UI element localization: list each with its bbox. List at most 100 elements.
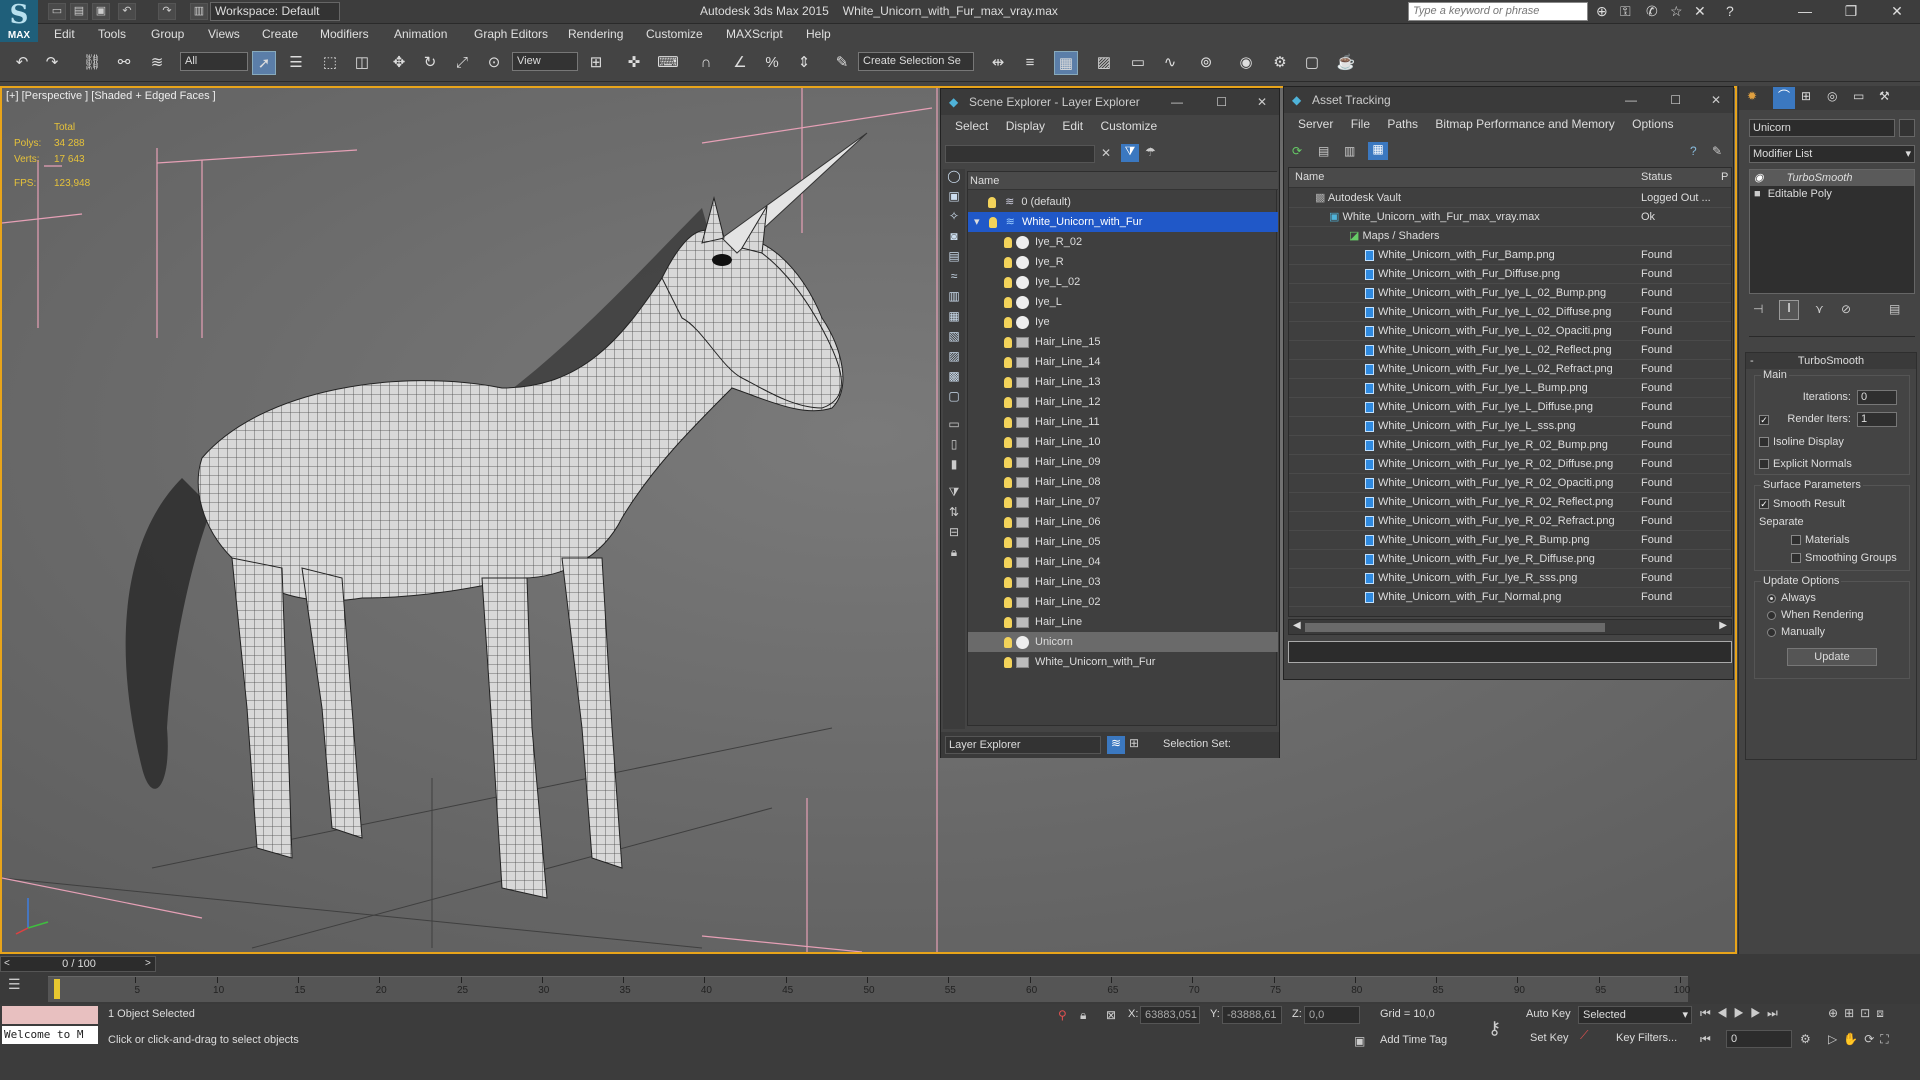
object-row[interactable]: Hair_Line_12 [968, 392, 1278, 412]
object-row[interactable]: Hair_Line_15 [968, 332, 1278, 352]
object-visibility-bulb-icon[interactable] [1004, 396, 1012, 408]
display-geometry-icon[interactable]: ◯ [943, 169, 965, 189]
se-menu-select[interactable]: Select [955, 115, 988, 137]
at-menu-file[interactable]: File [1351, 113, 1370, 135]
object-row[interactable]: Iye_R_02 [968, 232, 1278, 252]
open-file-icon[interactable]: ▤ [70, 3, 88, 20]
time-configuration-icon[interactable]: ⚙ [1800, 1032, 1811, 1046]
utilities-tab-icon[interactable]: ⚒ [1879, 89, 1890, 103]
display-none-icon[interactable]: ▯ [943, 437, 965, 457]
unlink-icon[interactable]: ⚯ [112, 51, 136, 75]
at-menu-paths[interactable]: Paths [1387, 113, 1418, 135]
select-manipulate-icon[interactable]: ✜ [622, 51, 646, 75]
make-unique-icon[interactable]: ⋎ [1815, 302, 1824, 316]
undo-icon[interactable]: ↶ [10, 51, 34, 75]
layer-visibility-bulb-icon[interactable] [988, 216, 997, 228]
object-visibility-bulb-icon[interactable] [1004, 556, 1012, 568]
y-coordinate-field[interactable]: -83888,61 [1222, 1006, 1282, 1024]
object-row[interactable]: Hair_Line_08 [968, 472, 1278, 492]
expand-arrow-icon[interactable]: ▾ [974, 216, 980, 228]
display-tab-icon[interactable]: ▭ [1853, 89, 1864, 103]
spinner-snap-icon[interactable]: ⇕ [792, 51, 816, 75]
display-lights-icon[interactable]: ✧ [943, 209, 965, 229]
schematic-view-icon[interactable]: ⊚ [1194, 51, 1218, 75]
iterations-spinner[interactable]: 0 [1857, 390, 1897, 405]
map-row[interactable]: White_Unicorn_with_Fur_Normal.png Found [1289, 588, 1731, 607]
rendered-frame-window-icon[interactable]: ▢ [1300, 51, 1324, 75]
modifier-list-dropdown[interactable]: Modifier List ▾ [1749, 145, 1915, 163]
render-iters-checkbox[interactable]: ✓ [1759, 414, 1769, 425]
toggle-ribbon-icon[interactable]: ▭ [1126, 51, 1150, 75]
infocenter-binoculars-icon[interactable]: ⊕ [1596, 3, 1608, 20]
hierarchy-tab-icon[interactable]: ⊞ [1801, 89, 1811, 103]
col-status-header[interactable]: Status [1641, 171, 1672, 183]
create-tab-icon[interactable]: ✹ [1747, 89, 1757, 103]
object-visibility-bulb-icon[interactable] [1004, 636, 1012, 648]
display-cameras-icon[interactable]: ◙ [943, 229, 965, 249]
scroll-left-icon[interactable]: ◀ [1293, 620, 1301, 631]
edit-named-selection-icon[interactable]: ✎ [830, 51, 854, 75]
menu-rendering[interactable]: Rendering [568, 27, 623, 41]
at-settings-icon[interactable]: ✎ [1712, 144, 1722, 158]
zoom-extents-icon[interactable]: ⊡ [1860, 1006, 1876, 1020]
menu-modifiers[interactable]: Modifiers [320, 27, 369, 41]
object-row[interactable]: White_Unicorn_with_Fur [968, 652, 1278, 672]
object-row[interactable]: Iye_L [968, 292, 1278, 312]
select-object-icon[interactable]: ➚ [252, 51, 276, 75]
object-row[interactable]: Iye_R [968, 252, 1278, 272]
x-coordinate-field[interactable]: 63883,051 [1140, 1006, 1200, 1024]
asset-path-field[interactable] [1288, 641, 1732, 663]
manually-radio[interactable] [1767, 627, 1776, 637]
asset-tracking-close-button[interactable]: ✕ [1711, 87, 1721, 113]
map-row[interactable]: White_Unicorn_with_Fur_Diffuse.png Found [1289, 265, 1731, 284]
display-invert-icon[interactable]: ▮ [943, 457, 965, 477]
map-row[interactable]: White_Unicorn_with_Fur_Iye_R_02_Opaciti.… [1289, 474, 1731, 493]
asset-horizontal-scrollbar[interactable]: ◀ ▶ [1288, 619, 1732, 635]
when-rendering-radio[interactable] [1767, 610, 1776, 620]
render-iters-spinner[interactable]: 1 [1857, 412, 1897, 427]
project-folder-icon[interactable]: ▥ [190, 3, 208, 20]
time-slider[interactable]: < 0 / 100 > [0, 956, 156, 972]
go-to-end-icon[interactable]: ⏭ [1767, 1006, 1784, 1020]
display-groups-icon[interactable]: ▥ [943, 289, 965, 309]
hierarchy-toggle-icon[interactable]: ⊞ [1129, 736, 1139, 750]
minimize-button[interactable]: — [1782, 0, 1828, 24]
object-visibility-bulb-icon[interactable] [1004, 296, 1012, 308]
menu-edit[interactable]: Edit [54, 27, 75, 41]
layer-row-default[interactable]: ≋ 0 (default) [968, 192, 1278, 212]
object-visibility-bulb-icon[interactable] [1004, 596, 1012, 608]
track-bar[interactable]: 5 10 15 20 25 30 35 40 45 50 55 60 65 70 75 80 85 90 95 100 [48, 976, 1690, 1002]
map-row[interactable]: White_Unicorn_with_Fur_Iye_L_02_Diffuse.… [1289, 303, 1731, 322]
collapse-icon[interactable]: ⊟ [943, 525, 965, 545]
zoom-icon[interactable]: ⊕ [1828, 1006, 1844, 1020]
next-frame-icon[interactable]: ▶ [1750, 1006, 1767, 1020]
table-view-icon[interactable]: ▦ [1368, 142, 1388, 160]
object-visibility-bulb-icon[interactable] [1004, 516, 1012, 528]
selection-lock-icon[interactable]: 🔒︎ [1080, 1008, 1086, 1023]
at-menu-server[interactable]: Server [1298, 113, 1333, 135]
remove-modifier-icon[interactable]: ⊘ [1841, 302, 1851, 316]
layer-visibility-bulb-icon[interactable] [988, 196, 996, 208]
object-visibility-bulb-icon[interactable] [1004, 436, 1012, 448]
clear-search-icon[interactable]: ✕ [1101, 146, 1111, 160]
workspace-dropdown[interactable]: Workspace: Default [210, 2, 340, 21]
display-spacewarps-icon[interactable]: ≈ [943, 269, 965, 289]
object-visibility-bulb-icon[interactable] [1004, 256, 1012, 268]
maps-group-row[interactable]: ◪ Maps / Shaders [1289, 227, 1731, 246]
explicit-normals-checkbox[interactable] [1759, 459, 1769, 470]
pan-icon[interactable]: ✋ [1843, 1032, 1864, 1046]
materials-checkbox[interactable] [1791, 535, 1801, 546]
menu-graph-editors[interactable]: Graph Editors [474, 27, 548, 41]
object-visibility-bulb-icon[interactable] [1004, 336, 1012, 348]
menu-customize[interactable]: Customize [646, 27, 703, 41]
object-row[interactable]: Iye_L_02 [968, 272, 1278, 292]
display-frozen-icon[interactable]: ▩ [943, 369, 965, 389]
smooth-result-checkbox[interactable]: ✓ [1759, 499, 1769, 510]
zoom-extents-all-icon[interactable]: ⧈ [1876, 1006, 1890, 1020]
update-button[interactable]: Update [1787, 648, 1877, 666]
map-row[interactable]: White_Unicorn_with_Fur_Iye_L_Bump.png Fou… [1289, 379, 1731, 398]
absolute-mode-icon[interactable]: ⊠ [1106, 1008, 1116, 1022]
named-selection-set-dropdown[interactable]: Create Selection Se [858, 52, 974, 71]
set-key-button[interactable]: Set Key [1530, 1032, 1569, 1044]
object-visibility-bulb-icon[interactable] [1004, 656, 1012, 668]
